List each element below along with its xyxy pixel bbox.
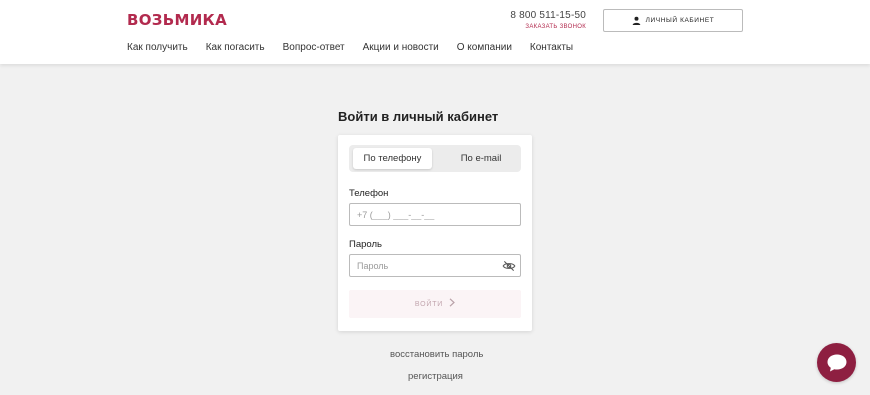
page-title: Войти в личный кабинет <box>338 109 499 124</box>
phone-label: Телефон <box>349 188 389 199</box>
tab-by-email[interactable]: По e-mail <box>445 148 517 169</box>
login-button[interactable]: ВОЙТИ <box>349 290 521 318</box>
site-header: ВОЗЬМИКА 8 800 511-15-50 ЗАКАЗАТЬ ЗВОНОК… <box>0 0 870 64</box>
nav-item-contacts[interactable]: Контакты <box>530 42 573 53</box>
login-card: По телефону По e-mail Телефон Пароль ВОЙ… <box>338 135 532 331</box>
nav-item-faq[interactable]: Вопрос-ответ <box>283 42 345 53</box>
callback-link[interactable]: ЗАКАЗАТЬ ЗВОНОК <box>510 24 586 30</box>
restore-password-link[interactable]: восстановить пароль <box>390 349 483 360</box>
main-nav: Как получить Как погасить Вопрос-ответ А… <box>127 42 573 53</box>
chat-icon <box>826 353 848 373</box>
tab-by-phone[interactable]: По телефону <box>353 148 432 169</box>
chat-button[interactable] <box>817 343 856 382</box>
phone-field <box>349 203 521 226</box>
contact-block: 8 800 511-15-50 ЗАКАЗАТЬ ЗВОНОК <box>510 10 586 30</box>
password-label: Пароль <box>349 239 382 250</box>
password-input[interactable] <box>350 255 490 276</box>
nav-item-about[interactable]: О компании <box>457 42 512 53</box>
phone-input[interactable] <box>350 204 490 225</box>
login-method-tabs: По телефону По e-mail <box>349 145 521 172</box>
chevron-right-icon <box>449 298 455 310</box>
phone-number[interactable]: 8 800 511-15-50 <box>510 10 586 21</box>
logo[interactable]: ВОЗЬМИКА <box>127 11 227 29</box>
nav-item-how-to-get[interactable]: Как получить <box>127 42 188 53</box>
nav-item-how-to-repay[interactable]: Как погасить <box>206 42 265 53</box>
login-button-label: ВОЙТИ <box>414 300 444 308</box>
personal-cabinet-label: ЛИЧНЫЙ КАБИНЕТ <box>645 17 715 24</box>
register-link[interactable]: регистрация <box>408 371 463 382</box>
personal-cabinet-button[interactable]: ЛИЧНЫЙ КАБИНЕТ <box>603 9 743 32</box>
user-icon <box>632 16 641 25</box>
eye-off-icon[interactable] <box>502 259 516 273</box>
nav-item-promotions[interactable]: Акции и новости <box>363 42 439 53</box>
password-field <box>349 254 521 277</box>
